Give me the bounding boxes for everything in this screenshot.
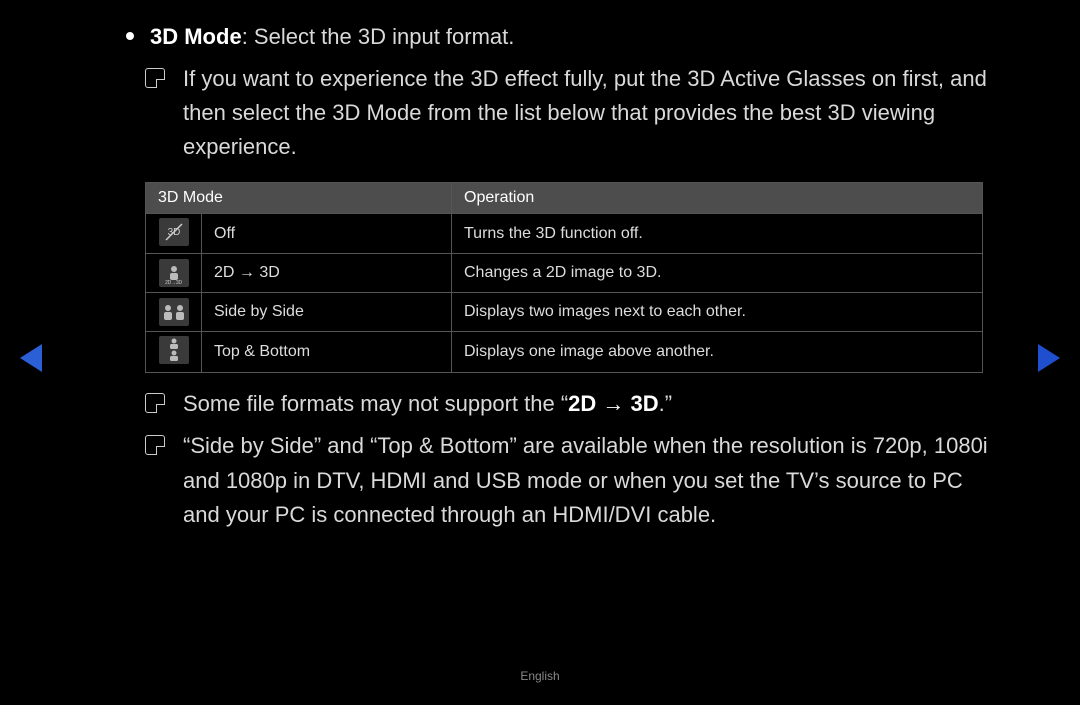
note-glasses-text: If you want to experience the 3D effect … (183, 62, 1000, 164)
mode-2d-3d-icon: 2D→3D (159, 259, 189, 287)
mode-name: Off (202, 214, 452, 254)
table-row: Side by Side Displays two images next to… (146, 293, 983, 332)
note-icon (145, 68, 165, 88)
footer-language: English (0, 669, 1080, 683)
table-row: Top & Bottom Displays one image above an… (146, 332, 983, 373)
mode-table: 3D Mode Operation 3D Off Tu (145, 182, 983, 373)
table-row: 2D→3D 2D → 3D Changes a 2D image to 3D. (146, 254, 983, 293)
mode-side-by-side-icon (159, 298, 189, 326)
note-formats-suffix: .” (659, 391, 672, 416)
next-page-arrow[interactable] (1038, 344, 1060, 377)
note-formats-text: Some file formats may not support the “2… (183, 387, 1000, 421)
bullet-icon (126, 32, 134, 40)
heading-text: 3D Mode: Select the 3D input format. (150, 20, 1000, 54)
heading-label: 3D Mode (150, 24, 242, 49)
mode-name: Side by Side (202, 293, 452, 332)
note-formats: Some file formats may not support the “2… (145, 387, 1000, 421)
note-formats-prefix: Some file formats may not support the “ (183, 391, 568, 416)
mode-table-head-op: Operation (452, 183, 983, 214)
note-resolution-text: “Side by Side” and “Top & Bottom” are av… (183, 429, 1000, 531)
mode-off-icon: 3D (159, 218, 189, 246)
note-icon (145, 435, 165, 455)
mode-op: Turns the 3D function off. (452, 214, 983, 254)
note-resolution: “Side by Side” and “Top & Bottom” are av… (145, 429, 1000, 531)
mode-top-bottom-icon (159, 336, 189, 364)
mode-name: Top & Bottom (202, 332, 452, 373)
mode-table-head-mode: 3D Mode (146, 183, 452, 214)
note-formats-bold: 2D → 3D (568, 391, 658, 416)
mode-op: Changes a 2D image to 3D. (452, 254, 983, 293)
note-icon (145, 393, 165, 413)
heading-3d-mode: 3D Mode: Select the 3D input format. (126, 20, 1000, 54)
mode-op: Displays two images next to each other. (452, 293, 983, 332)
mode-name: 2D → 3D (202, 254, 452, 293)
prev-page-arrow[interactable] (20, 344, 42, 377)
mode-op: Displays one image above another. (452, 332, 983, 373)
table-row: 3D Off Turns the 3D function off. (146, 214, 983, 254)
note-glasses: If you want to experience the 3D effect … (145, 62, 1000, 164)
heading-desc: : Select the 3D input format. (242, 24, 515, 49)
